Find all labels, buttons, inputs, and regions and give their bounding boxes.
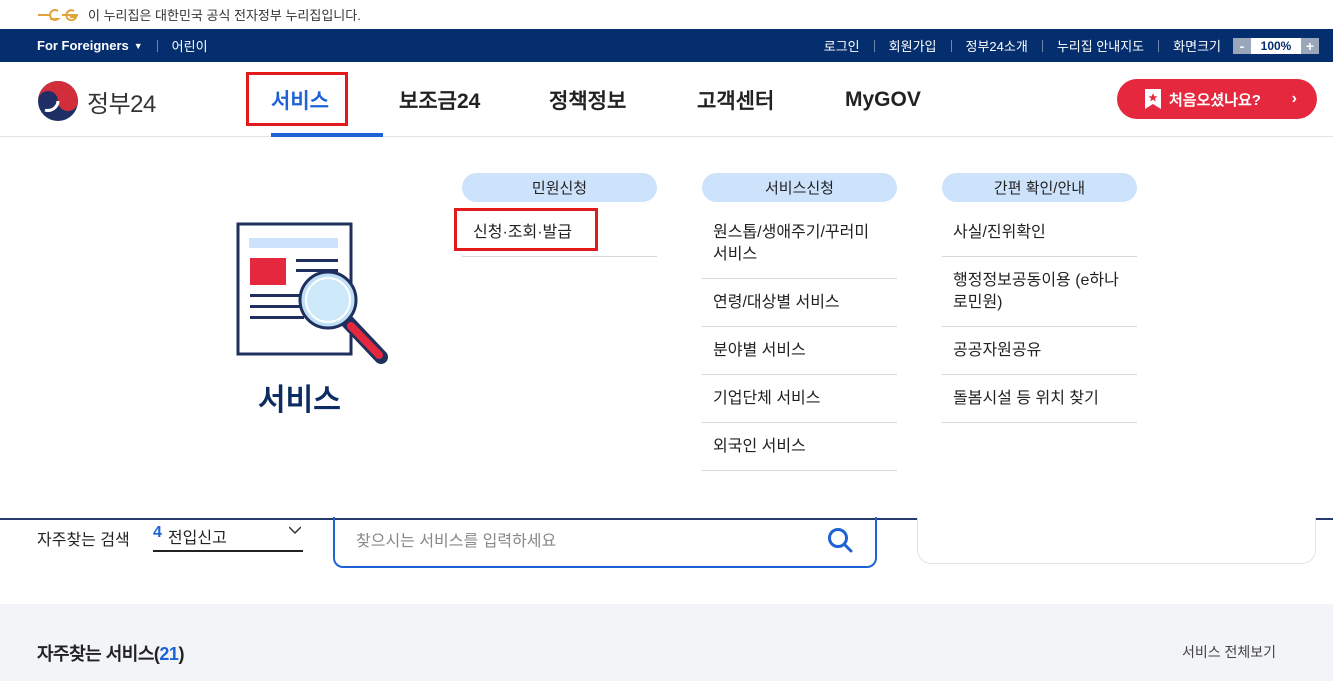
nav-customer-center-label: 고객센터: [697, 89, 775, 113]
nav-policy-info[interactable]: 정책정보: [549, 62, 697, 137]
kids-link[interactable]: 어린이: [172, 36, 208, 55]
divider: [156, 39, 158, 52]
document-search-illustration-icon: [236, 222, 388, 364]
nav-mygov-label: MyGOV: [845, 87, 921, 111]
logo-text: 정부24: [87, 90, 156, 118]
column-heading: 서비스신청: [702, 173, 897, 202]
divider: [873, 39, 875, 52]
first-visit-label: 처음오셨나요?: [1169, 91, 1261, 109]
nav-mygov[interactable]: MyGOV: [845, 62, 921, 137]
mega-menu-title: 서비스: [258, 384, 341, 417]
for-foreigners-dropdown[interactable]: For Foreigners ▼: [37, 38, 143, 53]
frequent-services-count: 21: [159, 644, 179, 664]
highlight-box: [246, 72, 348, 126]
search-box: [333, 517, 877, 568]
menu-item-e-hanaro[interactable]: 행정정보공동이용 (e하나로민원): [942, 257, 1137, 327]
login-link[interactable]: 로그인: [824, 36, 860, 55]
caret-down-icon: ▼: [133, 40, 143, 51]
main-header: 정부24 서비스 보조금24 정책정보 고객센터 MyGOV 처음오셨나요? ›: [0, 62, 1333, 137]
menu-item-by-field[interactable]: 분야별 서비스: [702, 327, 897, 375]
zoom-value: 100%: [1260, 38, 1292, 53]
nav-services[interactable]: 서비스: [246, 62, 399, 137]
chevron-down-icon: [289, 526, 301, 535]
menu-item-business[interactable]: 기업단체 서비스: [702, 375, 897, 423]
utility-bar: For Foreigners ▼ 어린이 로그인 회원가입 정부24소개 누리집…: [0, 29, 1333, 62]
menu-list: 사실/진위확인 행정정보공동이용 (e하나로민원) 공공자원공유 돌봄시설 등 …: [942, 209, 1137, 423]
sitemap-link[interactable]: 누리집 안내지도: [1057, 36, 1144, 55]
egov-logo-icon: [38, 8, 78, 21]
frequent-services-title: 자주찾는 서비스(21): [37, 644, 184, 664]
official-banner: 이 누리집은 대한민국 공식 전자정부 누리집입니다.: [0, 0, 1333, 29]
menu-item-onestop[interactable]: 원스톱/생애주기/꾸러미 서비스: [702, 209, 897, 279]
menu-item-care-facility[interactable]: 돌봄시설 등 위치 찾기: [942, 375, 1137, 423]
chevron-right-icon: ›: [1291, 90, 1297, 107]
divider: [1041, 39, 1043, 52]
nav-subsidy24-label: 보조금24: [399, 89, 481, 113]
menu-item-public-resource[interactable]: 공공자원공유: [942, 327, 1137, 375]
menu-item-fact-check[interactable]: 사실/진위확인: [942, 209, 1137, 257]
nav-subsidy24[interactable]: 보조금24: [399, 62, 549, 137]
menu-list: 원스톱/생애주기/꾸러미 서비스 연령/대상별 서비스 분야별 서비스 기업단체…: [702, 209, 897, 471]
column-heading: 간편 확인/안내: [942, 173, 1137, 202]
search-icon[interactable]: [827, 527, 853, 553]
nav-customer-center[interactable]: 고객센터: [697, 62, 845, 137]
menu-item-age-target[interactable]: 연령/대상별 서비스: [702, 279, 897, 327]
bookmark-star-icon: [1145, 89, 1161, 109]
zoom-label: 화면크기: [1173, 39, 1221, 54]
site-logo[interactable]: 정부24: [37, 80, 156, 122]
frequent-search-select[interactable]: 4 전입신고: [153, 524, 303, 552]
zoom-control: - 100% +: [1233, 37, 1319, 54]
taegeuk-logo-icon: [38, 81, 78, 121]
banner-text: 이 누리집은 대한민국 공식 전자정부 누리집입니다.: [88, 8, 361, 23]
side-card: [917, 517, 1316, 564]
divider: [1158, 39, 1160, 52]
frequent-services-section: 자주찾는 서비스(21) 서비스 전체보기: [0, 604, 1333, 681]
global-nav: 서비스 보조금24 정책정보 고객센터 MyGOV: [246, 62, 921, 137]
frequent-services-title-text: 자주찾는 서비스: [37, 644, 154, 664]
search-input[interactable]: [356, 532, 796, 551]
nav-policy-info-label: 정책정보: [549, 89, 627, 113]
frequent-search-rank: 4: [153, 524, 162, 541]
first-visit-button[interactable]: 처음오셨나요? ›: [1117, 79, 1317, 119]
divider: [950, 39, 952, 52]
signup-link[interactable]: 회원가입: [889, 36, 937, 55]
frequent-search-label: 자주찾는 검색: [37, 532, 130, 549]
zoom-in-button[interactable]: +: [1301, 37, 1319, 54]
search-strip: 자주찾는 검색 4 전입신고: [0, 517, 1333, 604]
view-all-services-link[interactable]: 서비스 전체보기: [1182, 642, 1276, 662]
zoom-out-button[interactable]: -: [1233, 37, 1251, 54]
menu-column-quick-check: 간편 확인/안내 사실/진위확인 행정정보공동이용 (e하나로민원) 공공자원공…: [942, 173, 1137, 423]
highlight-box: [454, 208, 598, 251]
about-link[interactable]: 정부24소개: [966, 36, 1028, 55]
frequent-search-value: 전입신고: [167, 530, 227, 547]
for-foreigners-label: For Foreigners: [37, 38, 129, 53]
menu-column-service-apply: 서비스신청 원스톱/생애주기/꾸러미 서비스 연령/대상별 서비스 분야별 서비…: [702, 173, 897, 471]
menu-item-foreigner[interactable]: 외국인 서비스: [702, 423, 897, 471]
column-heading: 민원신청: [462, 173, 657, 202]
